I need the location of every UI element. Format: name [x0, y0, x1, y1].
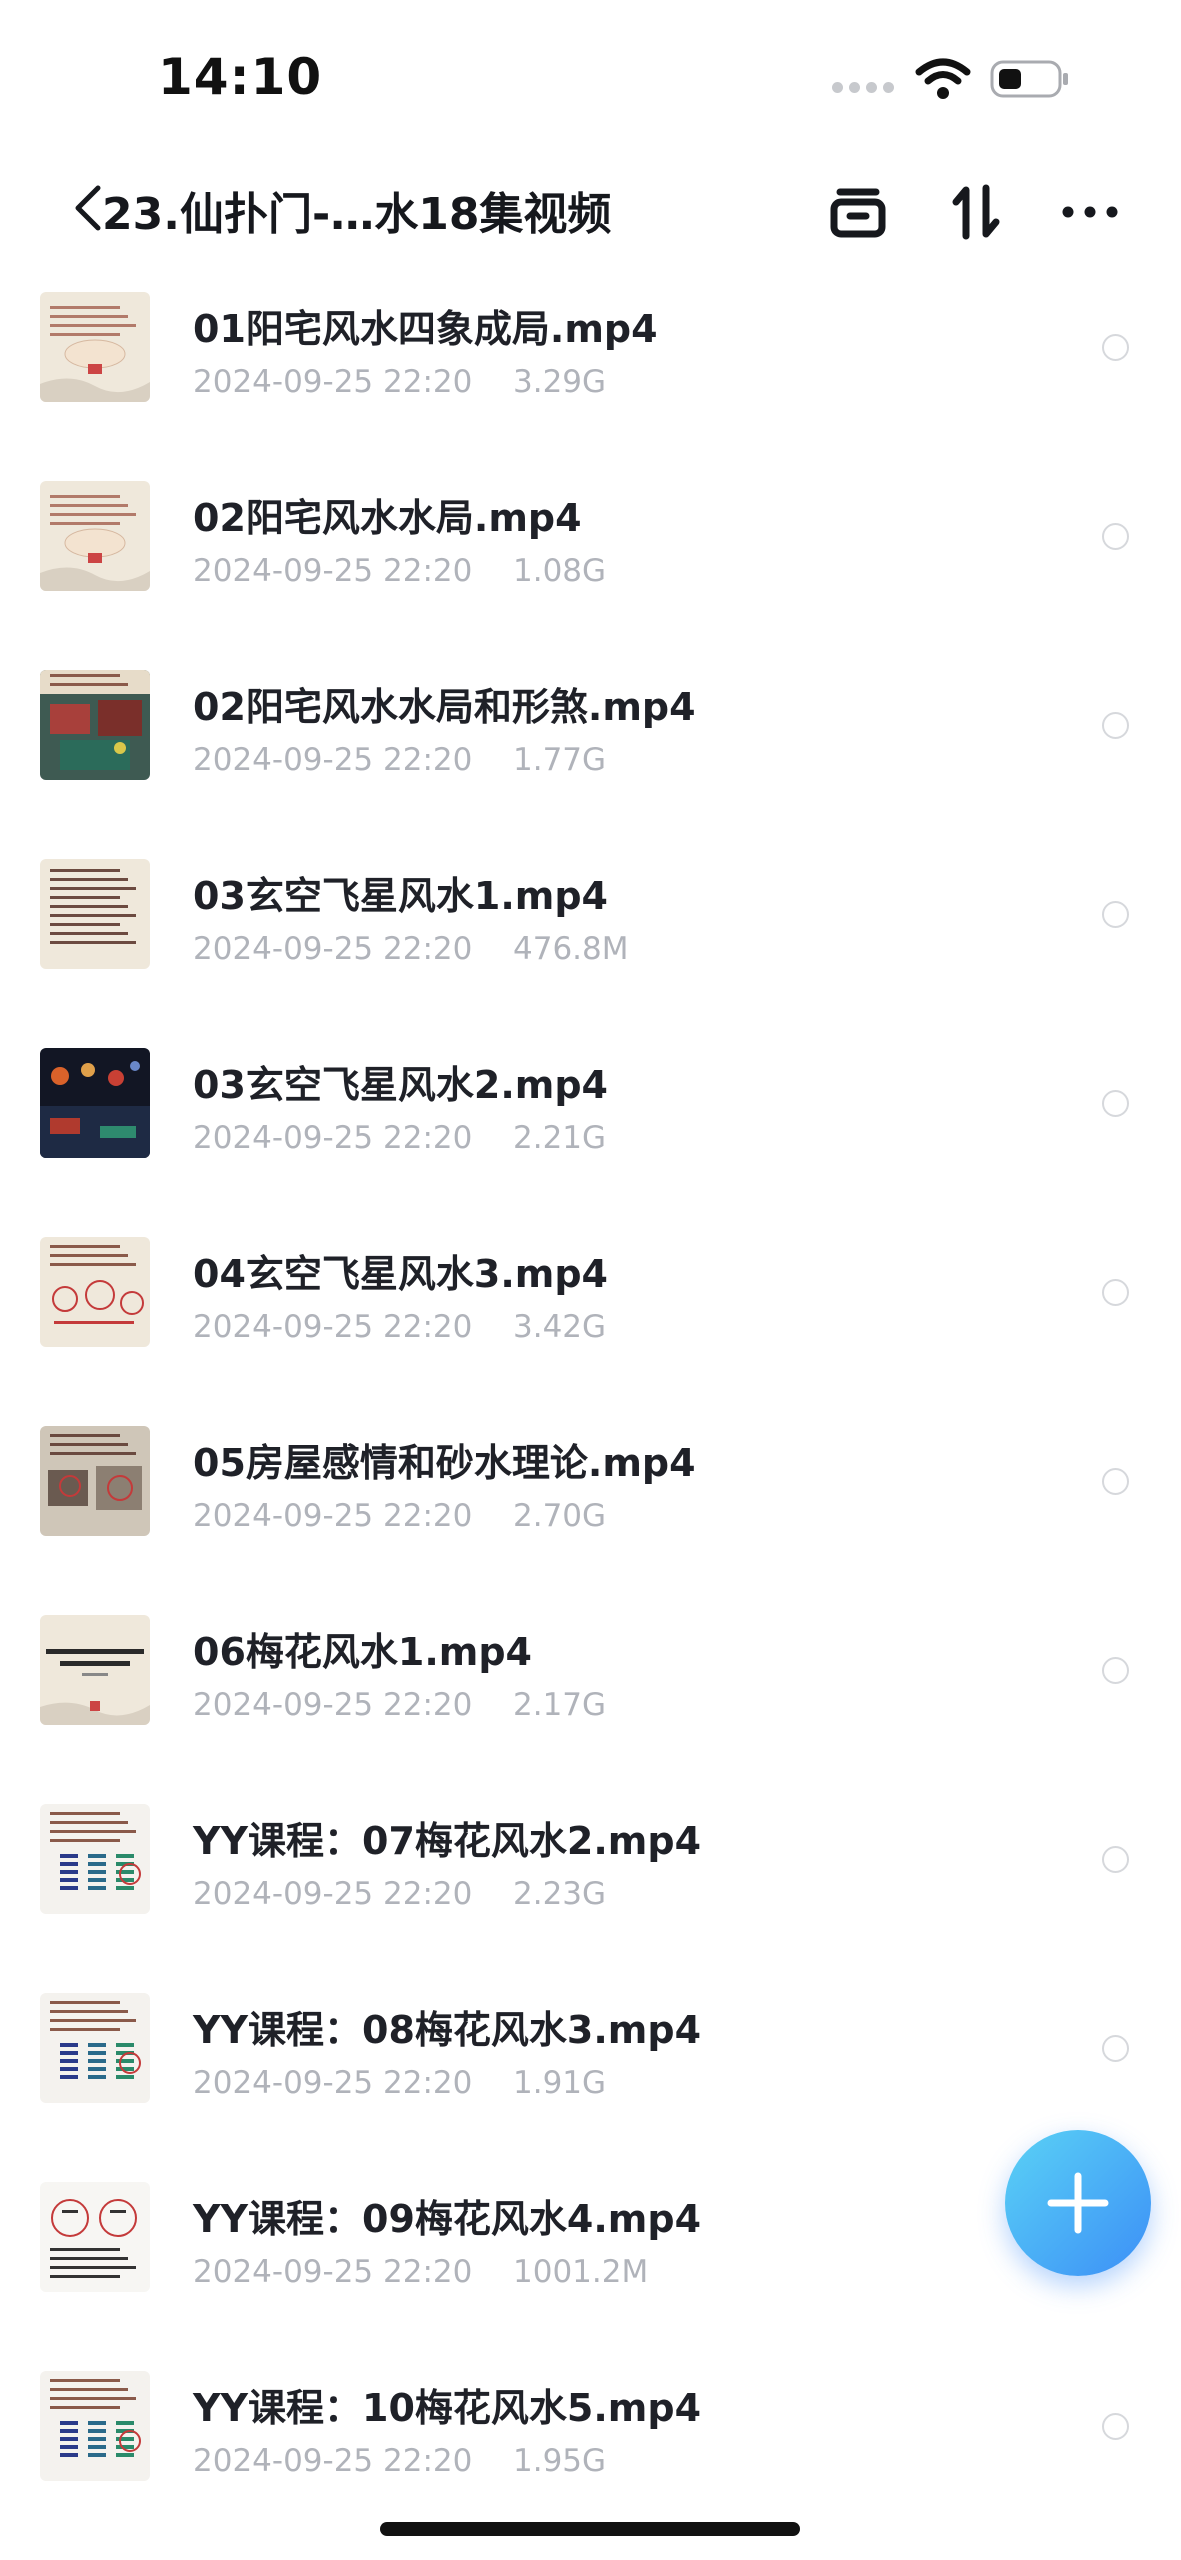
- select-radio[interactable]: [1102, 901, 1129, 928]
- file-size: 2.17G: [513, 1687, 607, 1723]
- video-thumbnail: [40, 292, 150, 402]
- back-chevron-icon[interactable]: [70, 182, 104, 234]
- video-thumbnail: [40, 1048, 150, 1158]
- video-thumbnail: [40, 1426, 150, 1536]
- file-row[interactable]: 03玄空飞星风水1.mp4 2024-09-25 22:20 476.8M: [0, 845, 1181, 1034]
- cellular-signal-icon: [832, 82, 894, 96]
- thumbnail-image: [40, 2182, 150, 2292]
- file-date: 2024-09-25 22:20: [193, 1309, 473, 1345]
- video-thumbnail: [40, 481, 150, 591]
- add-button[interactable]: [1005, 2130, 1151, 2276]
- wifi-icon: [915, 58, 971, 99]
- file-name: 02阳宅风水水局.mp4: [193, 496, 582, 540]
- select-radio[interactable]: [1102, 1468, 1129, 1495]
- file-date: 2024-09-25 22:20: [193, 1498, 473, 1534]
- select-radio[interactable]: [1102, 523, 1129, 550]
- thumbnail-image: [40, 292, 150, 402]
- select-radio[interactable]: [1102, 1090, 1129, 1117]
- file-name: 02阳宅风水水局和形煞.mp4: [193, 685, 696, 729]
- file-size: 3.29G: [513, 364, 607, 400]
- file-date: 2024-09-25 22:20: [193, 2254, 473, 2290]
- file-name: 04玄空飞星风水3.mp4: [193, 1252, 608, 1296]
- thumbnail-image: [40, 481, 150, 591]
- file-date: 2024-09-25 22:20: [193, 931, 473, 967]
- video-thumbnail: [40, 1237, 150, 1347]
- file-date: 2024-09-25 22:20: [193, 364, 473, 400]
- file-name: 03玄空飞星风水1.mp4: [193, 874, 608, 918]
- file-name: 01阳宅风水四象成局.mp4: [193, 307, 658, 351]
- file-size: 1.95G: [513, 2443, 607, 2479]
- select-radio[interactable]: [1102, 712, 1129, 739]
- thumbnail-image: [40, 670, 150, 780]
- thumbnail-image: [40, 1993, 150, 2103]
- file-name: 05房屋感情和砂水理论.mp4: [193, 1441, 696, 1485]
- select-radio[interactable]: [1102, 1657, 1129, 1684]
- video-thumbnail: [40, 2371, 150, 2481]
- video-thumbnail: [40, 1993, 150, 2103]
- file-date: 2024-09-25 22:20: [193, 553, 473, 589]
- file-row[interactable]: YY课程：10梅花风水5.mp4 2024-09-25 22:20 1.95G: [0, 2357, 1181, 2546]
- file-row[interactable]: YY课程：08梅花风水3.mp4 2024-09-25 22:20 1.91G: [0, 1979, 1181, 2168]
- select-radio[interactable]: [1102, 2413, 1129, 2440]
- file-date: 2024-09-25 22:20: [193, 2065, 473, 2101]
- sort-icon[interactable]: [944, 180, 1008, 244]
- thumbnail-image: [40, 1615, 150, 1725]
- file-size: 3.42G: [513, 1309, 607, 1345]
- file-date: 2024-09-25 22:20: [193, 742, 473, 778]
- file-row[interactable]: YY课程：07梅花风水2.mp4 2024-09-25 22:20 2.23G: [0, 1790, 1181, 1979]
- status-bar: 14:10: [0, 0, 1181, 150]
- thumbnail-image: [40, 1804, 150, 1914]
- video-thumbnail: [40, 670, 150, 780]
- file-row[interactable]: 02阳宅风水水局.mp4 2024-09-25 22:20 1.08G: [0, 467, 1181, 656]
- battery-icon: [990, 60, 1068, 98]
- select-radio[interactable]: [1102, 2035, 1129, 2062]
- video-thumbnail: [40, 1804, 150, 1914]
- video-thumbnail: [40, 859, 150, 969]
- file-name: YY课程：10梅花风水5.mp4: [193, 2386, 702, 2430]
- file-date: 2024-09-25 22:20: [193, 1120, 473, 1156]
- file-size: 1.77G: [513, 742, 607, 778]
- thumbnail-image: [40, 1426, 150, 1536]
- file-size: 2.70G: [513, 1498, 607, 1534]
- video-thumbnail: [40, 1615, 150, 1725]
- file-size: 1.91G: [513, 2065, 607, 2101]
- file-row[interactable]: 01阳宅风水四象成局.mp4 2024-09-25 22:20 3.29G: [0, 278, 1181, 467]
- file-row[interactable]: 03玄空飞星风水2.mp4 2024-09-25 22:20 2.21G: [0, 1034, 1181, 1223]
- select-radio[interactable]: [1102, 1279, 1129, 1306]
- plus-icon: [1047, 2172, 1109, 2234]
- status-time: 14:10: [158, 48, 323, 106]
- select-radio[interactable]: [1102, 1846, 1129, 1873]
- file-name: YY课程：07梅花风水2.mp4: [193, 1819, 702, 1863]
- file-size: 1.08G: [513, 553, 607, 589]
- file-name: YY课程：08梅花风水3.mp4: [193, 2008, 702, 2052]
- file-date: 2024-09-25 22:20: [193, 1687, 473, 1723]
- thumbnail-image: [40, 1237, 150, 1347]
- file-row[interactable]: 02阳宅风水水局和形煞.mp4 2024-09-25 22:20 1.77G: [0, 656, 1181, 845]
- home-indicator: [380, 2522, 800, 2536]
- thumbnail-image: [40, 2371, 150, 2481]
- file-row[interactable]: 06梅花风水1.mp4 2024-09-25 22:20 2.17G: [0, 1601, 1181, 1790]
- select-radio[interactable]: [1102, 334, 1129, 361]
- file-date: 2024-09-25 22:20: [193, 2443, 473, 2479]
- more-icon[interactable]: [1058, 180, 1122, 244]
- page-title: 23.仙扑门-…水18集视频: [102, 189, 612, 240]
- thumbnail-image: [40, 1048, 150, 1158]
- file-row[interactable]: YY课程：09梅花风水4.mp4 2024-09-25 22:20 1001.2…: [0, 2168, 1181, 2357]
- file-size: 2.21G: [513, 1120, 607, 1156]
- file-name: 03玄空飞星风水2.mp4: [193, 1063, 608, 1107]
- archive-box-icon[interactable]: [826, 180, 890, 244]
- file-row[interactable]: 05房屋感情和砂水理论.mp4 2024-09-25 22:20 2.70G: [0, 1412, 1181, 1601]
- file-date: 2024-09-25 22:20: [193, 1876, 473, 1912]
- file-name: 06梅花风水1.mp4: [193, 1630, 532, 1674]
- file-size: 2.23G: [513, 1876, 607, 1912]
- thumbnail-image: [40, 859, 150, 969]
- file-size: 476.8M: [513, 931, 629, 967]
- file-row[interactable]: 04玄空飞星风水3.mp4 2024-09-25 22:20 3.42G: [0, 1223, 1181, 1412]
- file-name: YY课程：09梅花风水4.mp4: [193, 2197, 702, 2241]
- video-thumbnail: [40, 2182, 150, 2292]
- file-size: 1001.2M: [513, 2254, 649, 2290]
- navigation-bar: 23.仙扑门-…水18集视频: [0, 160, 1181, 260]
